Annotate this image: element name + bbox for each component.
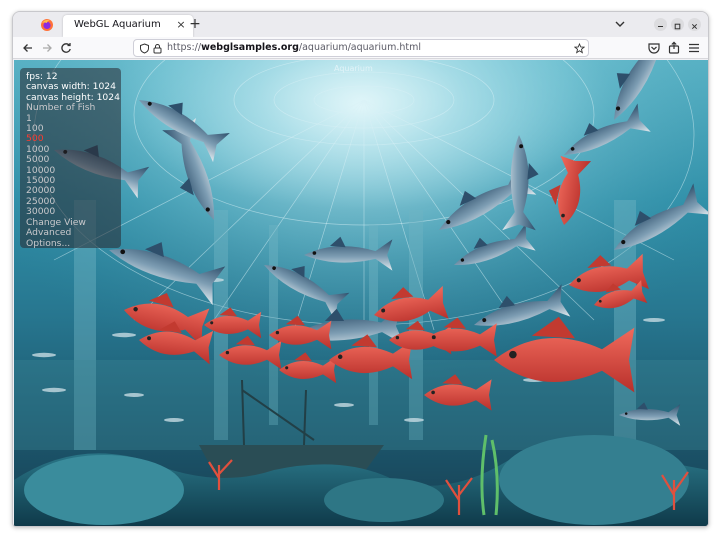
- tab-title: WebGL Aquarium: [74, 19, 161, 30]
- tab-webgl-aquarium[interactable]: WebGL Aquarium ×: [63, 15, 193, 37]
- advanced-link[interactable]: Advanced: [26, 227, 121, 238]
- menu-icon[interactable]: [686, 40, 702, 56]
- options-link[interactable]: Options...: [26, 238, 121, 249]
- firefox-icon[interactable]: [40, 18, 54, 32]
- url-text: https://webglsamples.org/aquarium/aquari…: [167, 42, 421, 53]
- navigation-toolbar: https://webglsamples.org/aquarium/aquari…: [13, 37, 708, 59]
- browser-window: WebGL Aquarium × + https://webglsamples.…: [12, 11, 709, 527]
- url-path: /aquarium/aquarium.html: [298, 42, 421, 53]
- list-all-tabs-icon[interactable]: [613, 17, 627, 31]
- fish-count-header: Number of Fish: [26, 102, 96, 114]
- pocket-icon[interactable]: [646, 40, 662, 56]
- tab-strip: WebGL Aquarium × +: [13, 12, 708, 37]
- forward-icon[interactable]: [39, 40, 55, 56]
- new-tab-icon[interactable]: +: [187, 15, 203, 33]
- shield-icon[interactable]: [139, 43, 150, 54]
- url-bar[interactable]: https://webglsamples.org/aquarium/aquari…: [133, 39, 589, 57]
- tab-close-icon[interactable]: ×: [174, 18, 188, 32]
- url-domain: webglsamples.org: [201, 42, 299, 53]
- share-icon[interactable]: [666, 40, 682, 56]
- lock-icon[interactable]: [152, 43, 163, 54]
- maximize-icon[interactable]: [671, 18, 684, 31]
- url-scheme: https://: [167, 42, 202, 53]
- controls-panel: fps: 12 canvas width: 1024 canvas height…: [20, 68, 121, 248]
- close-window-icon[interactable]: [688, 18, 701, 31]
- back-icon[interactable]: [20, 40, 36, 56]
- minimize-icon[interactable]: [654, 18, 667, 31]
- bookmark-star-icon[interactable]: [574, 43, 585, 54]
- reload-icon[interactable]: [58, 40, 74, 56]
- canvas-title: Aquarium: [334, 64, 373, 73]
- aquarium-canvas[interactable]: Aquarium fps: 12 canvas width: 1024 canv…: [14, 60, 708, 526]
